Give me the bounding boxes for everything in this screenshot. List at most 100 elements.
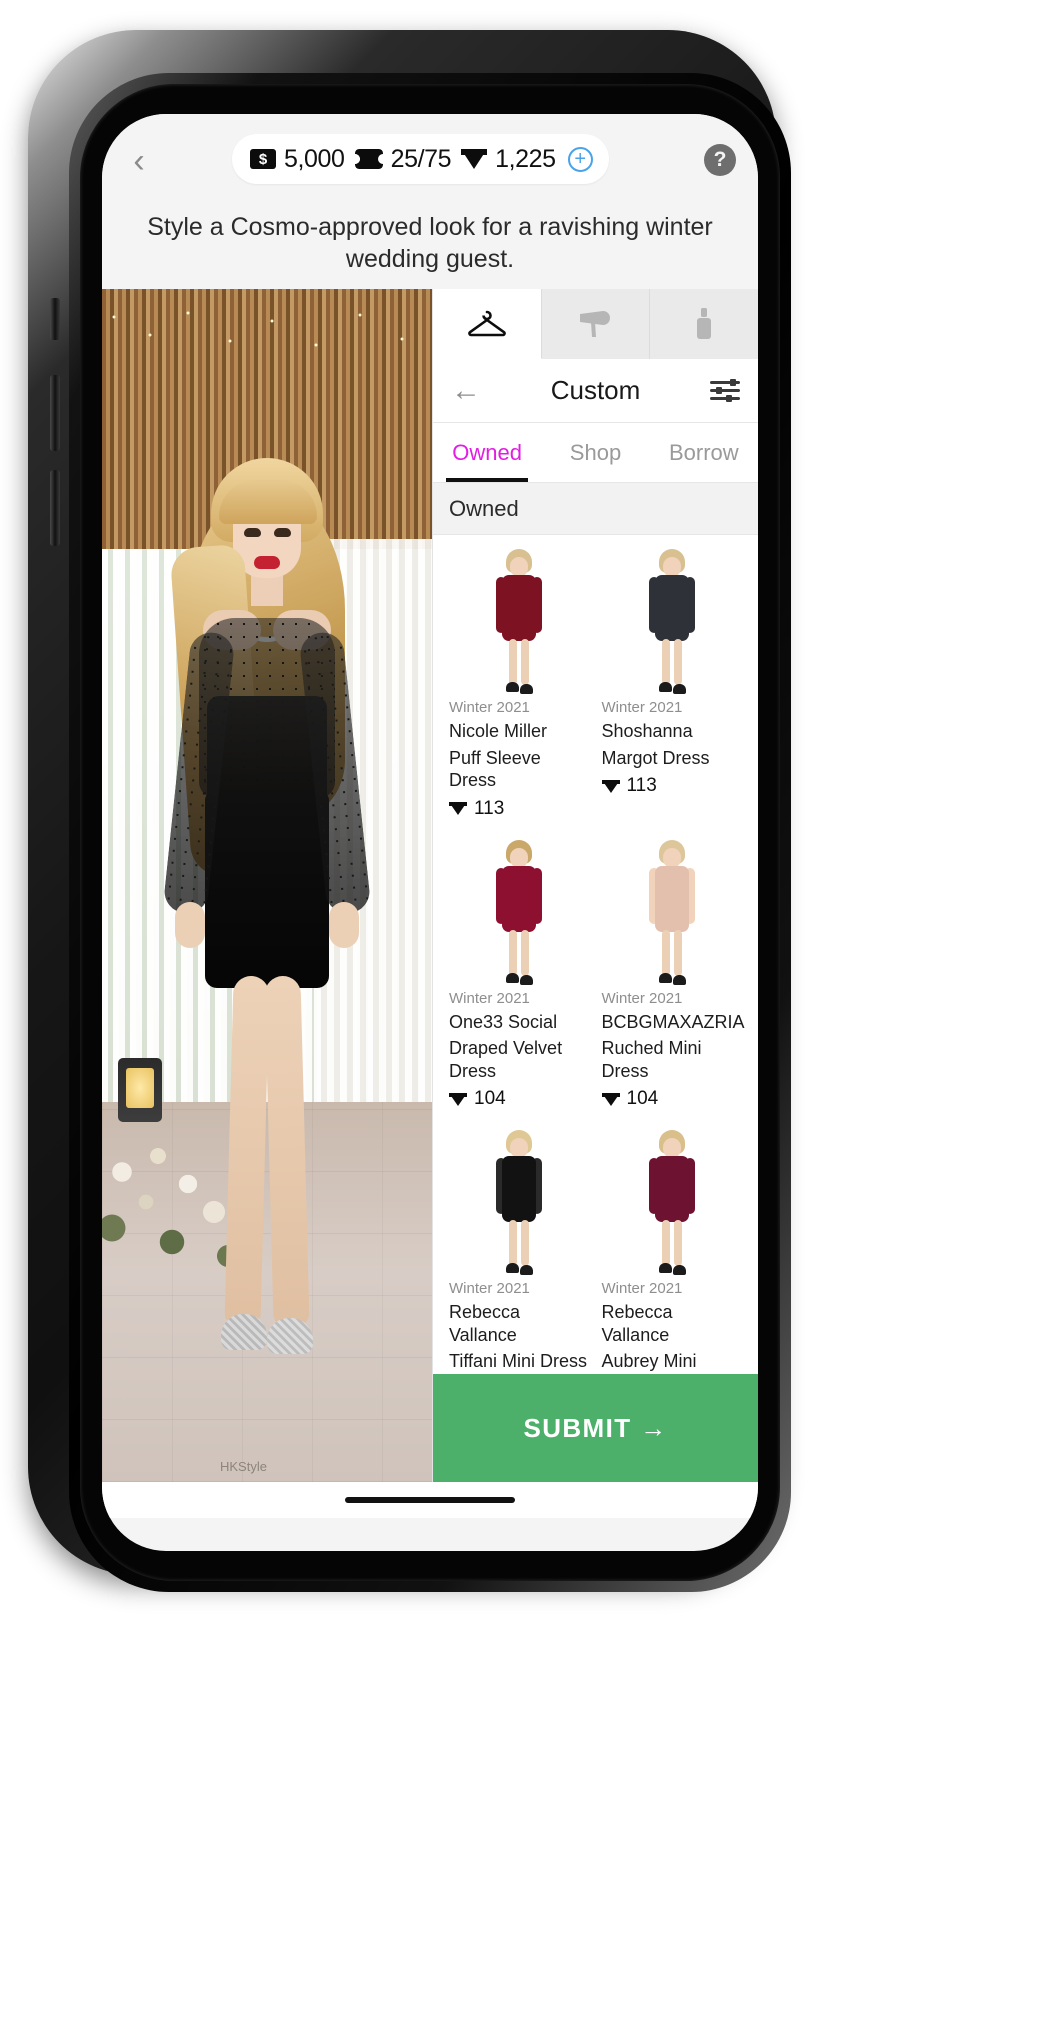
ticket-icon: [349, 149, 388, 169]
tab-beauty[interactable]: [650, 289, 758, 359]
chevron-left-icon[interactable]: ‹: [122, 144, 156, 178]
item-thumbnail: [602, 1124, 743, 1276]
diamond-icon: [601, 1092, 620, 1106]
tab-clothing[interactable]: [433, 289, 542, 359]
tab-shop[interactable]: Shop: [541, 423, 649, 482]
mini-shoe-right: [672, 974, 686, 985]
ticket-balance[interactable]: 25/75: [349, 145, 452, 174]
item-season: Winter 2021: [601, 699, 683, 716]
mini-leg-right: [673, 1220, 682, 1266]
item-card[interactable]: Winter 2021 One33 Social Draped Velvet D…: [443, 830, 596, 1121]
mini-leg-left: [509, 1220, 518, 1266]
mini-face: [510, 847, 529, 868]
nailpolish-icon: [697, 308, 712, 339]
item-card[interactable]: Winter 2021 Rebecca Vallance Aubrey Mini…: [596, 1120, 749, 1374]
avatar-lips: [254, 556, 280, 569]
mini-leg-right: [673, 639, 682, 685]
item-season: Winter 2021: [601, 1280, 683, 1297]
item-product: Puff Sleeve Dress: [449, 747, 541, 791]
volume-down-button[interactable]: [50, 470, 60, 546]
item-brand: One33 Social: [449, 1011, 558, 1032]
item-card[interactable]: Winter 2021 Rebecca Vallance Tiffani Min…: [443, 1120, 596, 1374]
doll-preview[interactable]: HKStyle: [102, 289, 432, 1482]
cash-balance[interactable]: $ 5,000: [250, 145, 345, 174]
section-header: Owned: [433, 483, 758, 535]
add-currency-button[interactable]: +: [567, 146, 593, 172]
avatar-shoe-left: [221, 1314, 267, 1350]
mini-shoe-right: [520, 684, 534, 694]
hanger-icon: [468, 310, 506, 336]
mini-face: [662, 1138, 681, 1158]
item-thumbnail: [602, 543, 743, 695]
item-season: Winter 2021: [449, 699, 530, 716]
arrow-left-icon[interactable]: ←: [451, 375, 481, 406]
mini-leg-left: [509, 639, 518, 685]
mini-shoe-left: [506, 682, 520, 692]
diamond-icon: [461, 149, 488, 169]
volume-up-button[interactable]: [50, 375, 60, 451]
mini-dress: [654, 865, 689, 932]
phone-frame-outer: ‹ $ 5,000 25/75 1,225 + ? Style a Cosmo-…: [28, 30, 791, 1592]
item-season: Winter 2021: [449, 989, 530, 1007]
diamond-balance[interactable]: 1,225: [461, 145, 556, 174]
panel-title: Custom: [550, 375, 641, 405]
diamond-icon: [449, 802, 467, 815]
item-grid[interactable]: Winter 2021 Nicole Miller Puff Sleeve Dr…: [433, 535, 758, 1374]
mini-leg-left: [661, 639, 670, 685]
item-card[interactable]: Winter 2021 BCBGMAXAZRIA Ruched Mini Dre…: [596, 830, 749, 1121]
item-product: Tiffani Mini Dress: [449, 1351, 588, 1371]
item-brand: Nicole Miller: [449, 721, 548, 741]
avatar-leg-left: [224, 975, 270, 1327]
mini-shoe-left: [506, 1263, 520, 1273]
item-product: Draped Velvet Dress: [449, 1038, 563, 1081]
item-brand: Rebecca Vallance: [449, 1302, 521, 1345]
phone-screen: ‹ $ 5,000 25/75 1,225 + ? Style a Cosmo-…: [102, 114, 758, 1551]
filter-sliders-icon[interactable]: [709, 378, 740, 402]
item-price: 104: [626, 1088, 659, 1109]
mini-shoe-left: [506, 972, 520, 983]
currency-pill: $ 5,000 25/75 1,225 +: [232, 134, 609, 184]
mini-avatar-1: [645, 549, 699, 695]
tab-hair[interactable]: [541, 289, 651, 359]
avatar-eye-left: [244, 528, 261, 537]
segment-tab-bar: Owned Shop Borrow: [433, 423, 758, 483]
mini-face: [662, 557, 681, 577]
item-season: Winter 2021: [601, 989, 683, 1007]
tab-borrow[interactable]: Borrow: [650, 423, 758, 482]
item-product: Margot Dress: [601, 747, 710, 768]
mini-leg-right: [521, 1220, 530, 1266]
item-price: 113: [474, 797, 505, 819]
help-icon[interactable]: ?: [704, 144, 736, 176]
item-row: Winter 2021 Nicole Miller Puff Sleeve Dr…: [443, 539, 748, 830]
item-card[interactable]: Winter 2021 Shoshanna Margot Dress 113: [596, 539, 749, 830]
mini-dress: [502, 865, 537, 932]
avatar-eye-right: [274, 528, 291, 537]
item-price-row: 113: [449, 798, 590, 820]
submit-button[interactable]: SUBMIT →: [433, 1374, 758, 1482]
item-price-row: 104: [449, 1088, 590, 1110]
mini-shoe-right: [520, 1265, 534, 1275]
tab-owned[interactable]: Owned: [433, 423, 541, 482]
mini-face: [510, 557, 529, 577]
mini-dress: [654, 575, 689, 641]
item-brand: Rebecca Vallance: [601, 1302, 673, 1345]
mini-avatar-4: [492, 1130, 546, 1276]
avatar-hair-front: [219, 480, 317, 524]
avatar[interactable]: [137, 396, 397, 1456]
panel-nav-bar: ← Custom: [433, 359, 758, 423]
item-season: Winter 2021: [449, 1280, 530, 1297]
top-bar: ‹ $ 5,000 25/75 1,225 + ?: [102, 114, 758, 206]
category-tab-bar: [433, 289, 758, 359]
item-price: 113: [626, 775, 657, 796]
item-brand: Shoshanna: [601, 721, 693, 741]
mini-avatar-0: [492, 549, 546, 695]
item-card[interactable]: Winter 2021 Nicole Miller Puff Sleeve Dr…: [443, 539, 596, 830]
cash-value: 5,000: [284, 144, 345, 173]
item-price-row: 104: [601, 1088, 743, 1110]
item-price: 104: [474, 1088, 506, 1109]
mute-switch[interactable]: [50, 298, 60, 340]
mini-face: [662, 847, 681, 868]
mini-shoe-left: [658, 972, 672, 983]
item-thumbnail: [449, 1124, 590, 1276]
cash-icon: $: [250, 149, 276, 169]
